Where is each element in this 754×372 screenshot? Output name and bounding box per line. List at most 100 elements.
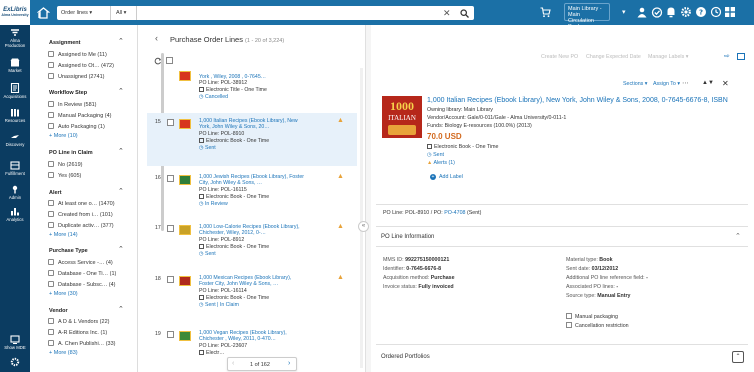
row-checkbox[interactable]: [167, 225, 174, 232]
facet-collapse-icon[interactable]: ⌃: [118, 37, 124, 45]
search-icon[interactable]: [460, 9, 469, 18]
back-icon[interactable]: ‹: [155, 33, 158, 43]
menu-acquisitions[interactable]: Acquisitions: [0, 83, 30, 99]
settings-icon[interactable]: [680, 6, 692, 18]
warning-icon[interactable]: ▲: [337, 274, 344, 281]
manual-packaging-checkbox[interactable]: Manual packaging: [566, 313, 618, 320]
menu-show-more[interactable]: Show MDE: [0, 335, 30, 350]
facet-checkbox[interactable]: Manual Packaging (4): [48, 112, 112, 119]
warning-icon[interactable]: ▲: [337, 223, 344, 230]
row-checkbox[interactable]: [167, 276, 174, 283]
facet-collapse-icon[interactable]: ⌃: [118, 147, 124, 155]
clear-search-icon[interactable]: ✕: [443, 8, 451, 19]
search-type-dropdown[interactable]: Order lines ▾: [57, 6, 111, 20]
facet-checkbox[interactable]: A D & L Vendors (22): [48, 318, 109, 325]
menu-market[interactable]: Market: [0, 58, 30, 73]
menu-analytics[interactable]: Analytics: [0, 207, 30, 222]
facet-checkbox[interactable]: A-R Editions Inc. (1): [48, 329, 107, 336]
list-scrollbar[interactable]: [360, 68, 363, 368]
list-item[interactable]: 16 1,000 Jewish Recipes (Ebook Library),…: [147, 169, 357, 216]
facet-checkbox[interactable]: Yes (605): [48, 172, 81, 179]
list-item[interactable]: 17 1,000 Low-Calorie Recipes (Ebook Libr…: [147, 219, 357, 267]
warning-icon[interactable]: ▲: [337, 173, 344, 180]
widgets-icon[interactable]: [724, 6, 736, 18]
collapse-list-icon[interactable]: «: [358, 221, 369, 232]
facet-checkbox[interactable]: Access Service -… (4): [48, 259, 113, 266]
facet-checkbox[interactable]: Auto Packaging (1): [48, 123, 105, 130]
item-title[interactable]: 1,000 Jewish Recipes (Ebook Library), Fo…: [199, 174, 304, 186]
facet-collapse-icon[interactable]: ⌃: [118, 187, 124, 195]
list-item[interactable]: York , Wiley, 2008 , 0-7645… PO Line: PO…: [139, 67, 365, 113]
sections-dropdown[interactable]: Sections ▾: [623, 81, 647, 87]
detail-title[interactable]: 1,000 Italian Recipes (Ebook Library), N…: [427, 97, 747, 105]
menu-admin[interactable]: Admin: [0, 185, 30, 200]
list-item[interactable]: 18 1,000 Mexican Recipes (Ebook Library)…: [147, 270, 357, 322]
row-checkbox[interactable]: [167, 175, 174, 182]
menu-discovery[interactable]: Discovery: [0, 132, 30, 147]
facet-checkbox[interactable]: Assigned to Me (11): [48, 51, 107, 58]
item-title[interactable]: 1,000 Vegan Recipes (Ebook Library), Chic…: [199, 330, 287, 342]
user-icon[interactable]: [637, 7, 647, 18]
facet-collapse-icon[interactable]: ⌃: [118, 87, 124, 95]
current-location[interactable]: Main Library - Main Circulation Desk: [564, 3, 610, 30]
item-title[interactable]: 1,000 Mexican Recipes (Ebook Library), Fo…: [199, 275, 291, 287]
manage-labels-button[interactable]: Manage Labels ▾: [648, 54, 688, 60]
facet-checkbox[interactable]: Assigned to Ot… (472): [48, 62, 114, 69]
search-input[interactable]: [139, 7, 439, 19]
close-icon[interactable]: ✕: [722, 79, 729, 88]
facet-more-link[interactable]: + More (83): [49, 350, 78, 356]
add-label-button[interactable]: + Add Label: [430, 174, 463, 180]
create-po-button[interactable]: Create New PO: [541, 54, 578, 60]
facet-checkbox[interactable]: Created from i… (101): [48, 211, 113, 218]
facet-checkbox[interactable]: A. Chen Publishi… (33): [48, 340, 115, 347]
facet-collapse-icon[interactable]: ⌃: [118, 245, 124, 253]
row-checkbox[interactable]: [167, 331, 174, 338]
item-title[interactable]: 1,000 Italian Recipes (Ebook Library), N…: [199, 118, 298, 130]
facet-more-link[interactable]: + More (14): [49, 232, 78, 238]
facet-checkbox[interactable]: Database - Subsc… (4): [48, 281, 115, 288]
warning-icon[interactable]: ▲: [337, 117, 344, 124]
facet-more-link[interactable]: + More (10): [49, 133, 78, 139]
location-dropdown-icon[interactable]: ▾: [622, 8, 626, 16]
section-po-line-information[interactable]: PO Line Information: [381, 234, 434, 240]
assign-to-dropdown[interactable]: Assign To ▾: [653, 81, 680, 87]
section-expand-button[interactable]: ⌃: [732, 351, 744, 363]
facet-more-link[interactable]: + More (30): [49, 291, 78, 297]
more-actions-icon[interactable]: ⋯: [682, 79, 689, 87]
layout-icon[interactable]: [737, 53, 745, 60]
export-icon[interactable]: ⇨: [724, 52, 730, 60]
facet-collapse-icon[interactable]: ⌃: [118, 305, 124, 313]
notifications-icon[interactable]: [666, 6, 676, 18]
cart-icon[interactable]: [540, 7, 551, 18]
settings-gear-icon[interactable]: [0, 357, 30, 368]
facet-checkbox[interactable]: Unassigned (2741): [48, 73, 104, 80]
home-icon[interactable]: [37, 7, 50, 19]
menu-resources[interactable]: Resources: [0, 108, 30, 123]
refresh-icon[interactable]: [154, 57, 162, 65]
menu-fulfillment[interactable]: Fulfillment: [0, 161, 30, 176]
tasks-icon[interactable]: [651, 6, 663, 18]
po-link[interactable]: PO-4708: [444, 210, 465, 216]
history-icon[interactable]: [710, 6, 722, 18]
menu-alma-production[interactable]: Alma Production: [0, 28, 30, 48]
row-checkbox[interactable]: [167, 119, 174, 126]
alerts-link[interactable]: ▲ Alerts (1): [427, 160, 455, 166]
help-icon[interactable]: ?: [695, 6, 707, 18]
facet-checkbox[interactable]: Duplicate activ… (377): [48, 222, 114, 229]
facet-checkbox[interactable]: At least one o… (1470): [48, 200, 115, 207]
navigate-up-down-icon[interactable]: ▲▼: [702, 80, 714, 86]
facet-checkbox[interactable]: Database - One Ti… (1): [48, 270, 116, 277]
facet-checkbox[interactable]: No (2619): [48, 161, 82, 168]
facet-checkbox[interactable]: In Review (581): [48, 101, 97, 108]
section-ordered-portfolios[interactable]: Ordered Portfolios: [381, 354, 430, 360]
select-all-checkbox[interactable]: [166, 57, 173, 64]
search-scope-dropdown[interactable]: All ▾: [112, 6, 137, 20]
change-date-button[interactable]: Change Expected Date: [586, 54, 641, 60]
next-page-button[interactable]: ›: [288, 360, 290, 367]
prev-page-button[interactable]: ‹: [232, 360, 234, 367]
logo[interactable]: ExLibris Alma University: [0, 0, 30, 25]
item-title[interactable]: 1,000 Low-Calorie Recipes (Ebook Library…: [199, 224, 300, 236]
cancellation-restriction-checkbox[interactable]: Cancellation restriction: [566, 322, 629, 329]
section-collapse-icon[interactable]: ⌃: [735, 232, 741, 240]
list-item[interactable]: 15 1,000 Italian Recipes (Ebook Library)…: [147, 113, 357, 166]
